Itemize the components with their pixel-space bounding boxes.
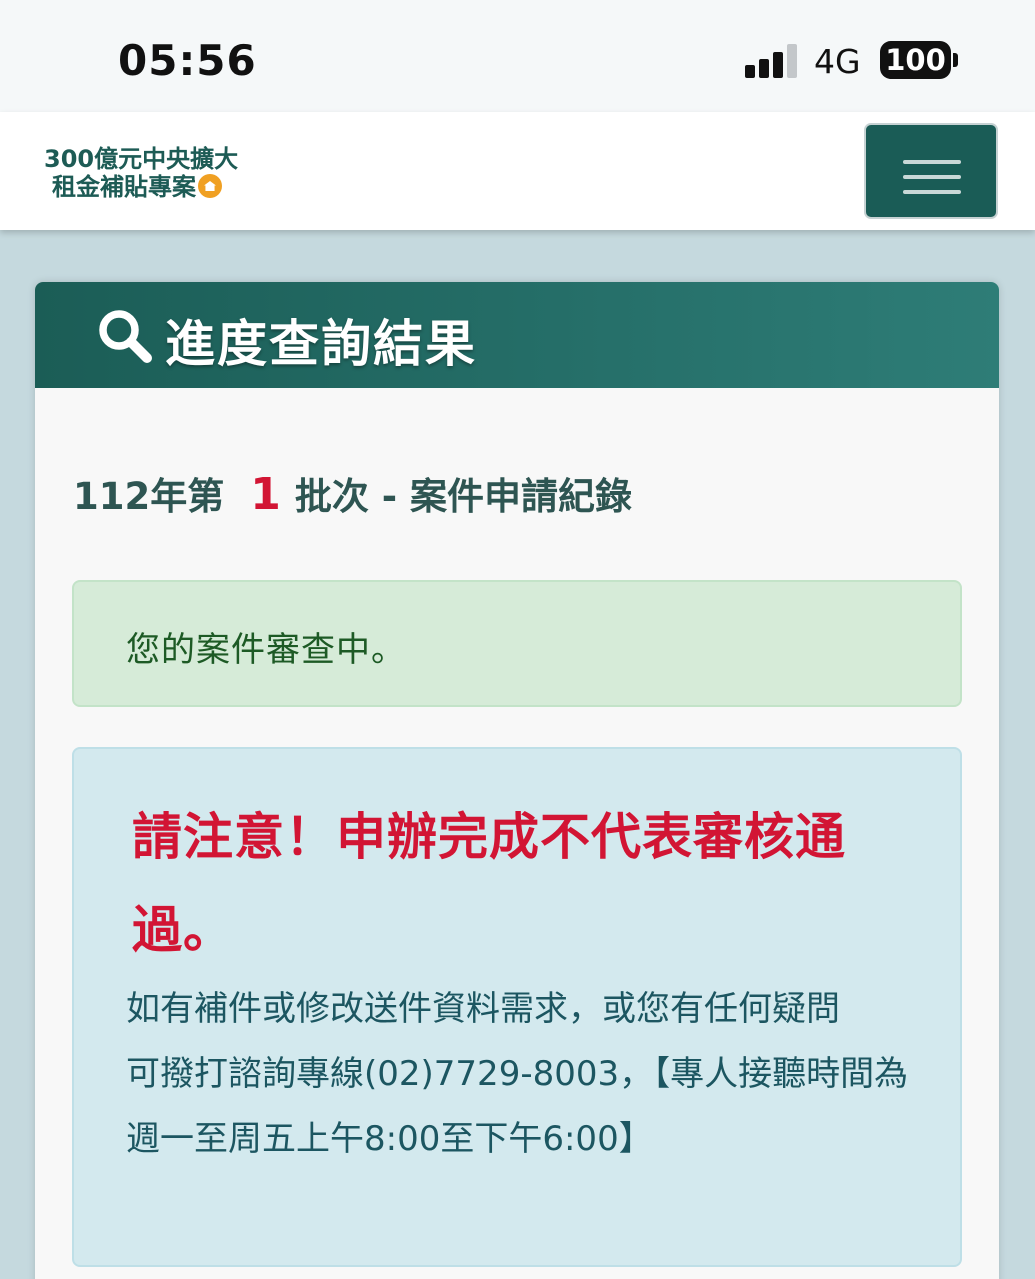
battery-icon: 100	[880, 41, 951, 79]
batch-title: 112年第 1 批次 - 案件申請紀錄	[73, 466, 632, 520]
batch-number: 1	[250, 469, 281, 520]
status-message: 您的案件審查中。	[126, 630, 406, 670]
batch-suffix: 批次 - 案件申請紀錄	[294, 475, 632, 518]
notice-box: 請注意！申辦完成不代表審核通過。 如有補件或修改送件資料需求，或您有任何疑問 可…	[72, 747, 962, 1267]
notice-body: 如有補件或修改送件資料需求，或您有任何疑問 可撥打諮詢專線(02)7729-80…	[126, 977, 916, 1172]
card-header: 進度查詢結果	[35, 282, 999, 388]
notice-line-2: 可撥打諮詢專線(02)7729-8003，【專人接聽時間為週一至周五上午8:00…	[126, 1054, 909, 1159]
page-title: 進度查詢結果	[165, 315, 477, 373]
battery-tip	[953, 53, 958, 67]
hamburger-menu-icon	[903, 175, 961, 179]
brand-line-2-wrap: 租金補貼專案	[44, 173, 238, 201]
house-icon	[198, 174, 222, 198]
brand-line-2: 租金補貼專案	[52, 173, 196, 201]
menu-toggle-button[interactable]	[864, 123, 998, 219]
result-card: 進度查詢結果 112年第 1 批次 - 案件申請紀錄 您的案件審查中。 請注意！申辦…	[35, 282, 999, 1279]
status-time: 05:56	[118, 36, 257, 85]
status-alert: 您的案件審查中。	[72, 580, 962, 707]
brand-logo[interactable]: 300億元中央擴大 租金補貼專案	[44, 145, 238, 201]
navbar: 300億元中央擴大 租金補貼專案	[0, 112, 1035, 230]
notice-warning: 請注意！申辦完成不代表審核通過。	[132, 808, 846, 959]
battery-level: 100	[885, 43, 946, 77]
brand-line-1: 300億元中央擴大	[44, 145, 239, 173]
hamburger-menu-icon	[903, 190, 961, 194]
status-bar: 05:56 4G 100	[0, 0, 1035, 112]
cellular-signal-icon	[745, 44, 799, 78]
search-icon	[99, 310, 152, 363]
notice-line-1: 如有補件或修改送件資料需求，或您有任何疑問	[126, 989, 840, 1029]
batch-prefix: 112年第	[73, 475, 225, 518]
network-type: 4G	[814, 42, 861, 81]
hamburger-menu-icon	[903, 160, 961, 164]
